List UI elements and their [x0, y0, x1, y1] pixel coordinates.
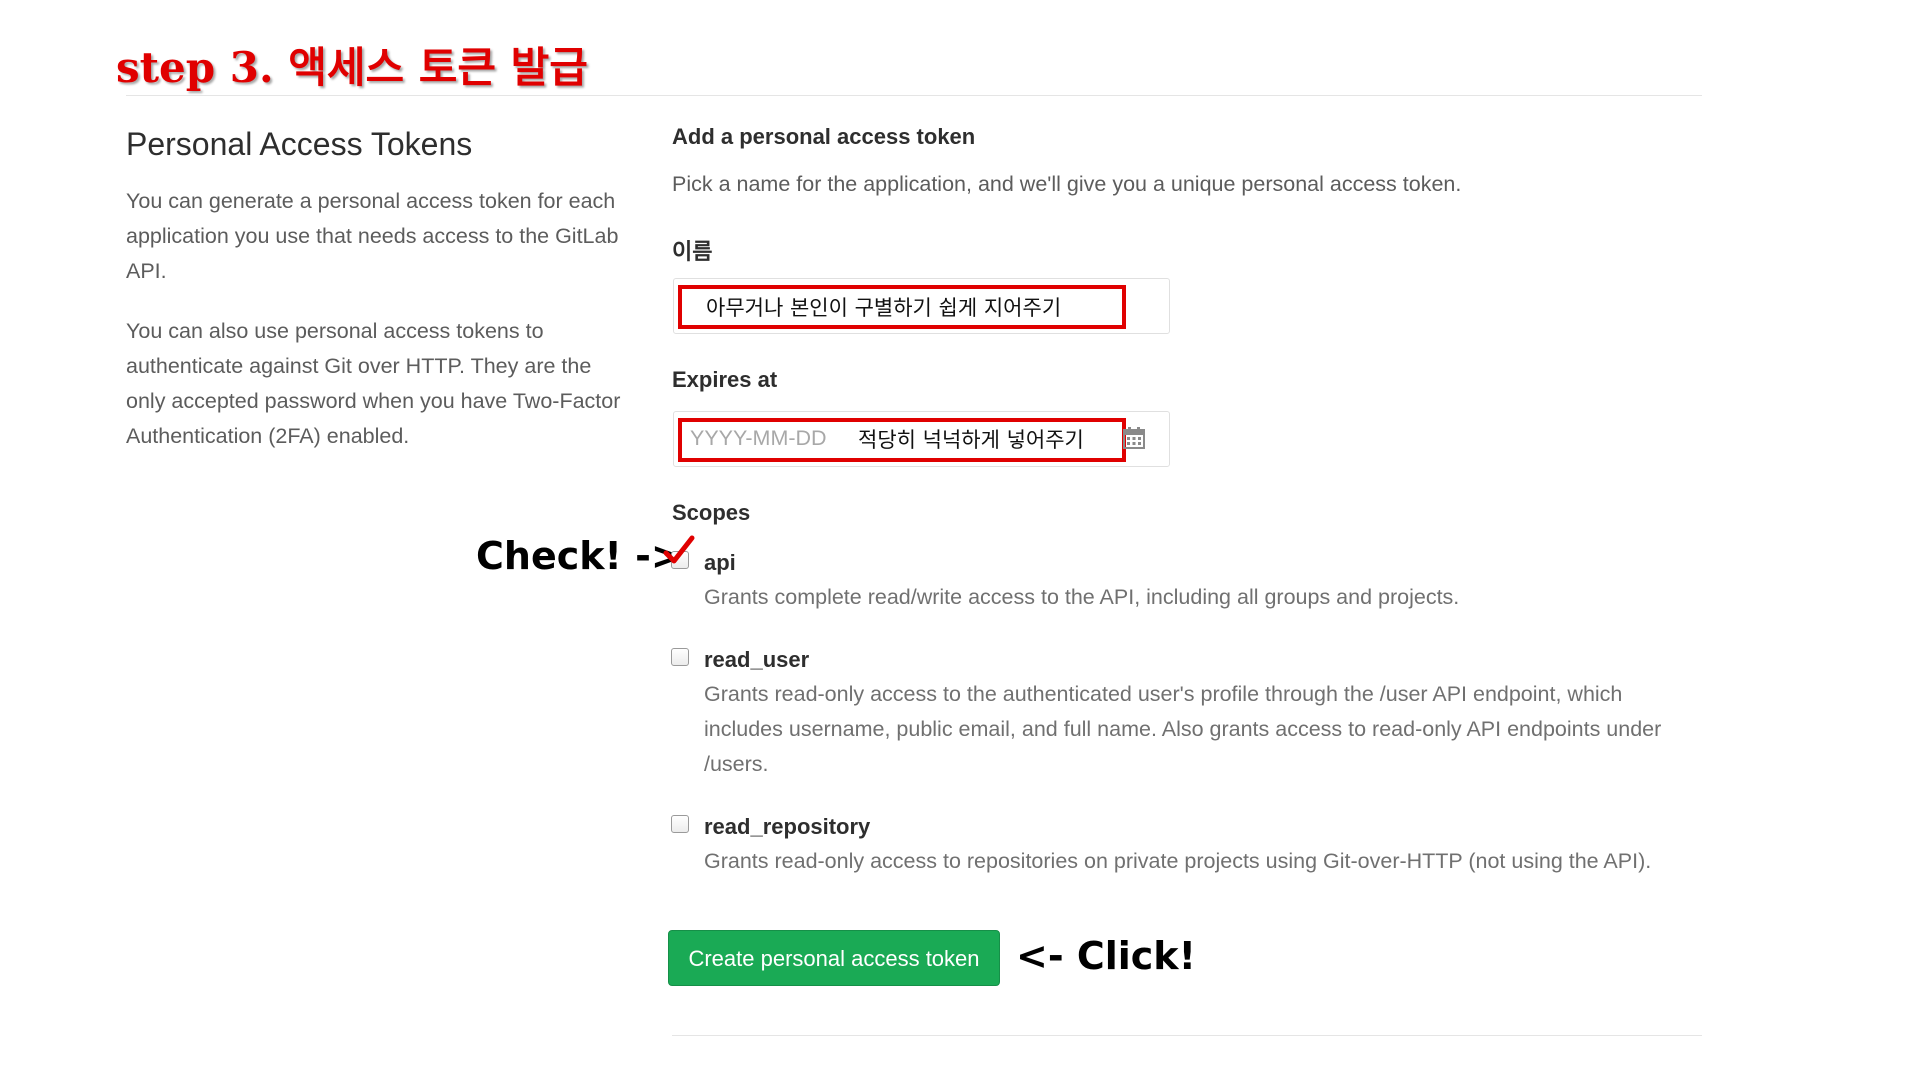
name-input-value: 아무거나 본인이 구별하기 쉽게 지어주기 [706, 296, 1062, 320]
form-title: Add a personal access token [672, 124, 976, 149]
scope-read-user-name: read_user [704, 647, 810, 672]
page-title: Personal Access Tokens [126, 126, 473, 162]
calendar-icon[interactable] [1122, 426, 1146, 450]
expires-note: 적당히 넉넉하게 넣어주기 [858, 428, 1084, 452]
bottom-divider [672, 1035, 1702, 1036]
scope-read-user-checkbox[interactable] [671, 648, 689, 666]
expires-placeholder: YYYY-MM-DD [690, 426, 827, 450]
checkmark-icon [663, 535, 695, 564]
scope-read-repository-description: Grants read-only access to repositories … [704, 849, 1652, 873]
scope-api-description: Grants complete read/write access to the… [704, 585, 1460, 609]
check-annotation: Check! -> [476, 534, 683, 578]
form-description: Pick a name for the application, and we'… [672, 172, 1462, 196]
intro-paragraph: You can generate a personal access token… [126, 189, 619, 283]
scopes-label: Scopes [672, 500, 751, 525]
scope-read-repository-checkbox[interactable] [671, 815, 689, 833]
expires-label: Expires at [672, 367, 778, 392]
top-divider [126, 95, 1702, 96]
step-annotation-title: step 3. 액세스 토큰 발급 [116, 43, 588, 92]
name-label: 이름 [672, 239, 713, 264]
create-token-button[interactable]: Create personal access token [668, 930, 1000, 986]
scope-read-user-description: Grants read-only access to the authentic… [704, 682, 1662, 776]
click-annotation: <- Click! [1016, 934, 1196, 978]
scope-read-repository-name: read_repository [704, 814, 871, 839]
scope-api-name: api [704, 550, 736, 575]
http-auth-paragraph: You can also use personal access tokens … [126, 319, 621, 448]
